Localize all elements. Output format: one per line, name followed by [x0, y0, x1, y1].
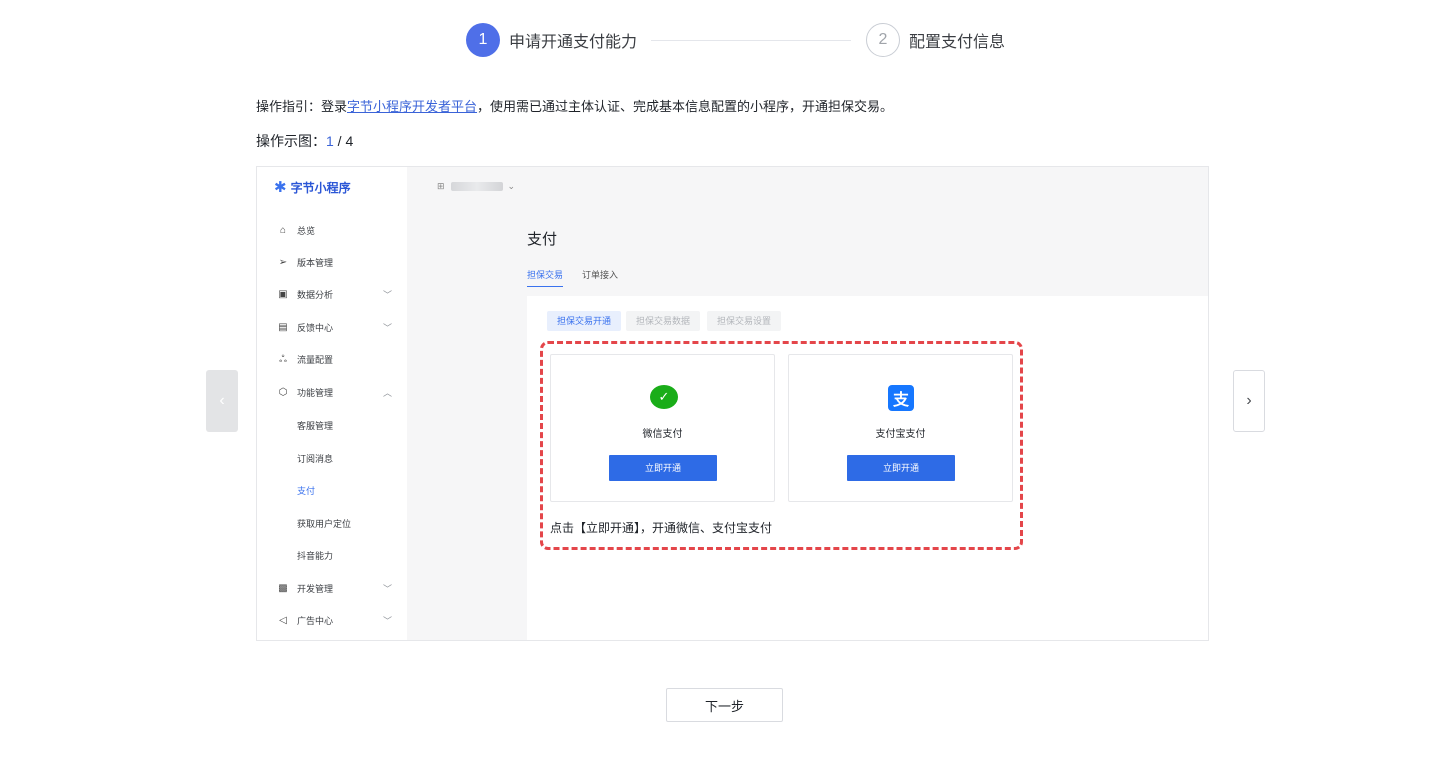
demo-tab-orders: 订单接入: [582, 268, 618, 286]
chevron-up-icon: ︿: [383, 386, 392, 399]
steps-indicator: 1 申请开通支付能力 2 配置支付信息: [466, 23, 1026, 59]
demo-menu-label: 反馈中心: [297, 321, 333, 334]
operation-guide: 操作指引：登录字节小程序开发者平台，使用需已通过主体认证、完成基本信息配置的小程…: [256, 96, 893, 115]
demo-pager: 操作示图：1 / 4: [256, 131, 353, 151]
alipay-open-button: 立即开通: [847, 455, 955, 481]
demo-panel: 担保交易开通 担保交易数据 担保交易设置 ✓ 微信支付 立即开通 支 支付宝支付…: [527, 296, 1209, 641]
cube-icon: ⬡: [277, 387, 289, 398]
chevron-down-icon: ⌄: [508, 181, 516, 192]
demo-menu-traffic: ஃ 流量配置: [277, 353, 392, 366]
pay-card-name: 支付宝支付: [789, 425, 1012, 440]
chevron-right-icon: ›: [1246, 392, 1251, 410]
chart-icon: ▣: [277, 289, 289, 300]
pay-card-name: 微信支付: [551, 425, 774, 440]
demo-menu-label: 功能管理: [297, 386, 333, 399]
step-connector: [651, 40, 851, 41]
step-1-label: 申请开通支付能力: [509, 28, 637, 52]
chevron-down-icon: ﹀: [383, 582, 392, 595]
megaphone-icon: ◁: [277, 615, 289, 626]
alipay-card: 支 支付宝支付 立即开通: [788, 354, 1013, 502]
grid-icon: ⊞: [437, 181, 445, 192]
demo-screenshot: ✱ 字节小程序 ⌂ 总览 ➢ 版本管理 ▣ 数据分析 ﹀ ▤ 反馈中心 ﹀ ஃ …: [256, 166, 1209, 641]
demo-menu-feedback: ▤ 反馈中心 ﹀: [277, 321, 392, 334]
demo-app-selector: ⊞ ⌄: [437, 181, 515, 192]
step-2: 2 配置支付信息: [866, 23, 1005, 57]
message-icon: ▤: [277, 322, 289, 333]
code-icon: ▩: [277, 583, 289, 594]
guide-prefix: 操作指引：登录: [256, 99, 347, 114]
prev-slide-button[interactable]: ‹: [206, 370, 238, 432]
chevron-down-icon: ﹀: [383, 321, 392, 334]
wechat-pay-card: ✓ 微信支付 立即开通: [550, 354, 775, 502]
send-icon: ➢: [277, 257, 289, 268]
share-icon: ஃ: [277, 354, 289, 366]
demo-menu-label: 总览: [297, 224, 315, 237]
demo-sidebar: ✱ 字节小程序 ⌂ 总览 ➢ 版本管理 ▣ 数据分析 ﹀ ▤ 反馈中心 ﹀ ஃ …: [257, 167, 407, 640]
demo-submenu-item: 获取用户定位: [297, 517, 351, 530]
step-2-label: 配置支付信息: [909, 28, 1005, 52]
next-slide-button[interactable]: ›: [1233, 370, 1265, 432]
demo-instruction-note: 点击【立即开通】，开通微信、支付宝支付: [550, 519, 772, 536]
demo-menu-dev: ▩ 开发管理 ﹀: [277, 582, 392, 595]
demo-page-title: 支付: [527, 228, 557, 249]
demo-label-text: 操作示图：: [256, 133, 326, 149]
demo-brand-name: 字节小程序: [291, 179, 351, 196]
alipay-icon: 支: [888, 385, 914, 411]
chevron-down-icon: ﹀: [383, 288, 392, 301]
demo-pill-data: 担保交易数据: [626, 311, 700, 331]
demo-topbar: ⊞ ⌄: [407, 167, 1208, 207]
demo-menu-label: 开发管理: [297, 582, 333, 595]
chevron-down-icon: ﹀: [383, 614, 392, 627]
demo-menu-label: 流量配置: [297, 353, 333, 366]
wechat-pay-icon: ✓: [650, 385, 678, 409]
chevron-left-icon: ‹: [219, 392, 224, 410]
step-1-number: 1: [466, 23, 500, 57]
step-2-number: 2: [866, 23, 900, 57]
step-1: 1 申请开通支付能力: [466, 23, 637, 57]
demo-menu-features: ⬡ 功能管理 ︿: [277, 386, 392, 399]
wechat-open-button: 立即开通: [609, 455, 717, 481]
blurred-app-name: [451, 182, 503, 191]
demo-menu-overview: ⌂ 总览: [277, 224, 392, 237]
asterisk-logo-icon: ✱: [274, 178, 287, 196]
demo-menu-analytics: ▣ 数据分析 ﹀: [277, 288, 392, 301]
next-step-button[interactable]: 下一步: [666, 688, 783, 722]
demo-submenu-item: 客服管理: [297, 419, 333, 432]
demo-pill-settings: 担保交易设置: [707, 311, 781, 331]
demo-menu-version: ➢ 版本管理: [277, 256, 392, 269]
demo-tab-escrow: 担保交易: [527, 268, 563, 287]
demo-submenu-item: 抖音能力: [297, 549, 333, 562]
home-icon: ⌂: [277, 225, 289, 236]
demo-menu-ads: ◁ 广告中心 ﹀: [277, 614, 392, 627]
demo-pill-open: 担保交易开通: [547, 311, 621, 331]
demo-menu-label: 数据分析: [297, 288, 333, 301]
demo-separator: /: [334, 133, 346, 149]
demo-menu-label: 广告中心: [297, 614, 333, 627]
demo-content-header: [527, 207, 1208, 295]
demo-submenu-item: 订阅消息: [297, 452, 333, 465]
platform-link[interactable]: 字节小程序开发者平台: [347, 99, 477, 114]
demo-brand: ✱ 字节小程序: [274, 178, 351, 196]
demo-total: 4: [345, 133, 353, 149]
guide-suffix: ，使用需已通过主体认证、完成基本信息配置的小程序，开通担保交易。: [477, 99, 893, 114]
demo-menu-label: 版本管理: [297, 256, 333, 269]
demo-submenu-item-active: 支付: [297, 484, 315, 497]
demo-current: 1: [326, 133, 334, 149]
